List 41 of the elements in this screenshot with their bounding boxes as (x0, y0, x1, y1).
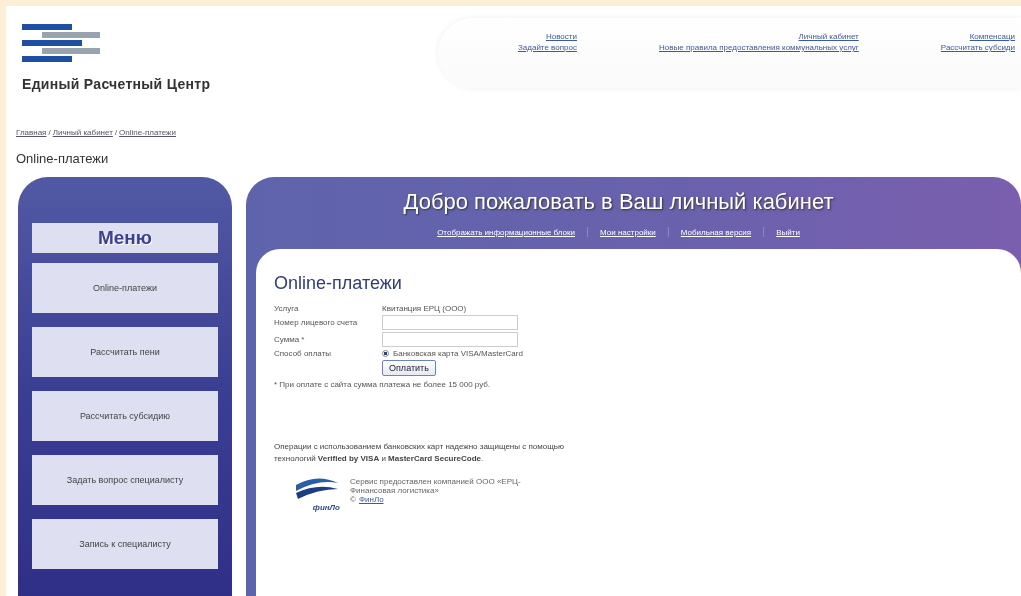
cabinet-link[interactable]: Мои настройки (600, 227, 656, 237)
menu-item[interactable]: Рассчитать субсидию (32, 391, 218, 441)
welcome-heading: Добро пожаловать в Ваш личный кабинет (402, 189, 835, 215)
cabinet-link[interactable]: Отображать информационные блоки (437, 227, 576, 237)
site-title: Единый Расчетный Центр (22, 76, 212, 92)
input-field[interactable] (382, 315, 518, 330)
menu-item[interactable]: Online-платежи (32, 263, 218, 313)
service-text: Сервис предоставлен компанией ООО «ЕРЦ-Финансовая логистика» (350, 477, 522, 495)
page-title: Online-платежи (15, 150, 110, 168)
nav-link[interactable]: Рассчитать субсиди (940, 43, 1015, 52)
breadcrumb-separator: / (48, 128, 51, 137)
breadcrumb-link[interactable]: Личный кабинет (52, 128, 113, 137)
menu-title: Меню (32, 223, 218, 253)
radio-button[interactable] (382, 350, 389, 357)
nav-link[interactable]: Задайте вопрос (518, 43, 577, 52)
menu-item[interactable]: Рассчитать пени (32, 327, 218, 377)
field-label: Номер лицевого счета (274, 318, 359, 327)
radio-label: Банковская карта VISA/MasterCard (393, 349, 523, 358)
field-label: Сумма * (274, 335, 306, 344)
cabinet-link[interactable]: Выйти (776, 227, 800, 237)
menu-item[interactable]: Задать вопрос специалисту (32, 455, 218, 505)
breadcrumb-separator: / (114, 128, 118, 137)
company-logo-text: финЛо (312, 503, 340, 512)
copyright-sign: © (350, 495, 356, 504)
nav-link[interactable]: Компенсаци (969, 32, 1015, 41)
breadcrumb-link[interactable]: Главная (16, 128, 47, 137)
menu-item[interactable]: Запись к специалисту (32, 519, 218, 569)
company-link[interactable]: ФинЛо (358, 495, 384, 504)
field-value: Квитанция ЕРЦ (ООО) (382, 304, 467, 313)
field-label: Способ оплаты (274, 349, 333, 358)
security-note: Операции с использованием банковских карт надежно защищены с помощью технологий Verified by VISA и MasterCard SecureCode. (274, 441, 565, 465)
input-field[interactable] (382, 332, 518, 347)
nav-link[interactable]: Новые правила предоставления коммунальных услуг (659, 43, 859, 52)
form-title: Online-платежи (274, 273, 403, 294)
cabinet-link[interactable]: Мобильная версия (680, 227, 752, 237)
field-label: Услуга (274, 304, 300, 313)
breadcrumb-link[interactable]: Online-платежи (119, 128, 176, 137)
nav-link[interactable]: Личный кабинет (798, 32, 859, 41)
nav-link[interactable]: Новости (546, 32, 577, 41)
limit-note: * При оплате с сайта сумма платежа не более 15 000 руб. (274, 380, 492, 389)
pay-button[interactable]: Оплатить (382, 360, 436, 376)
